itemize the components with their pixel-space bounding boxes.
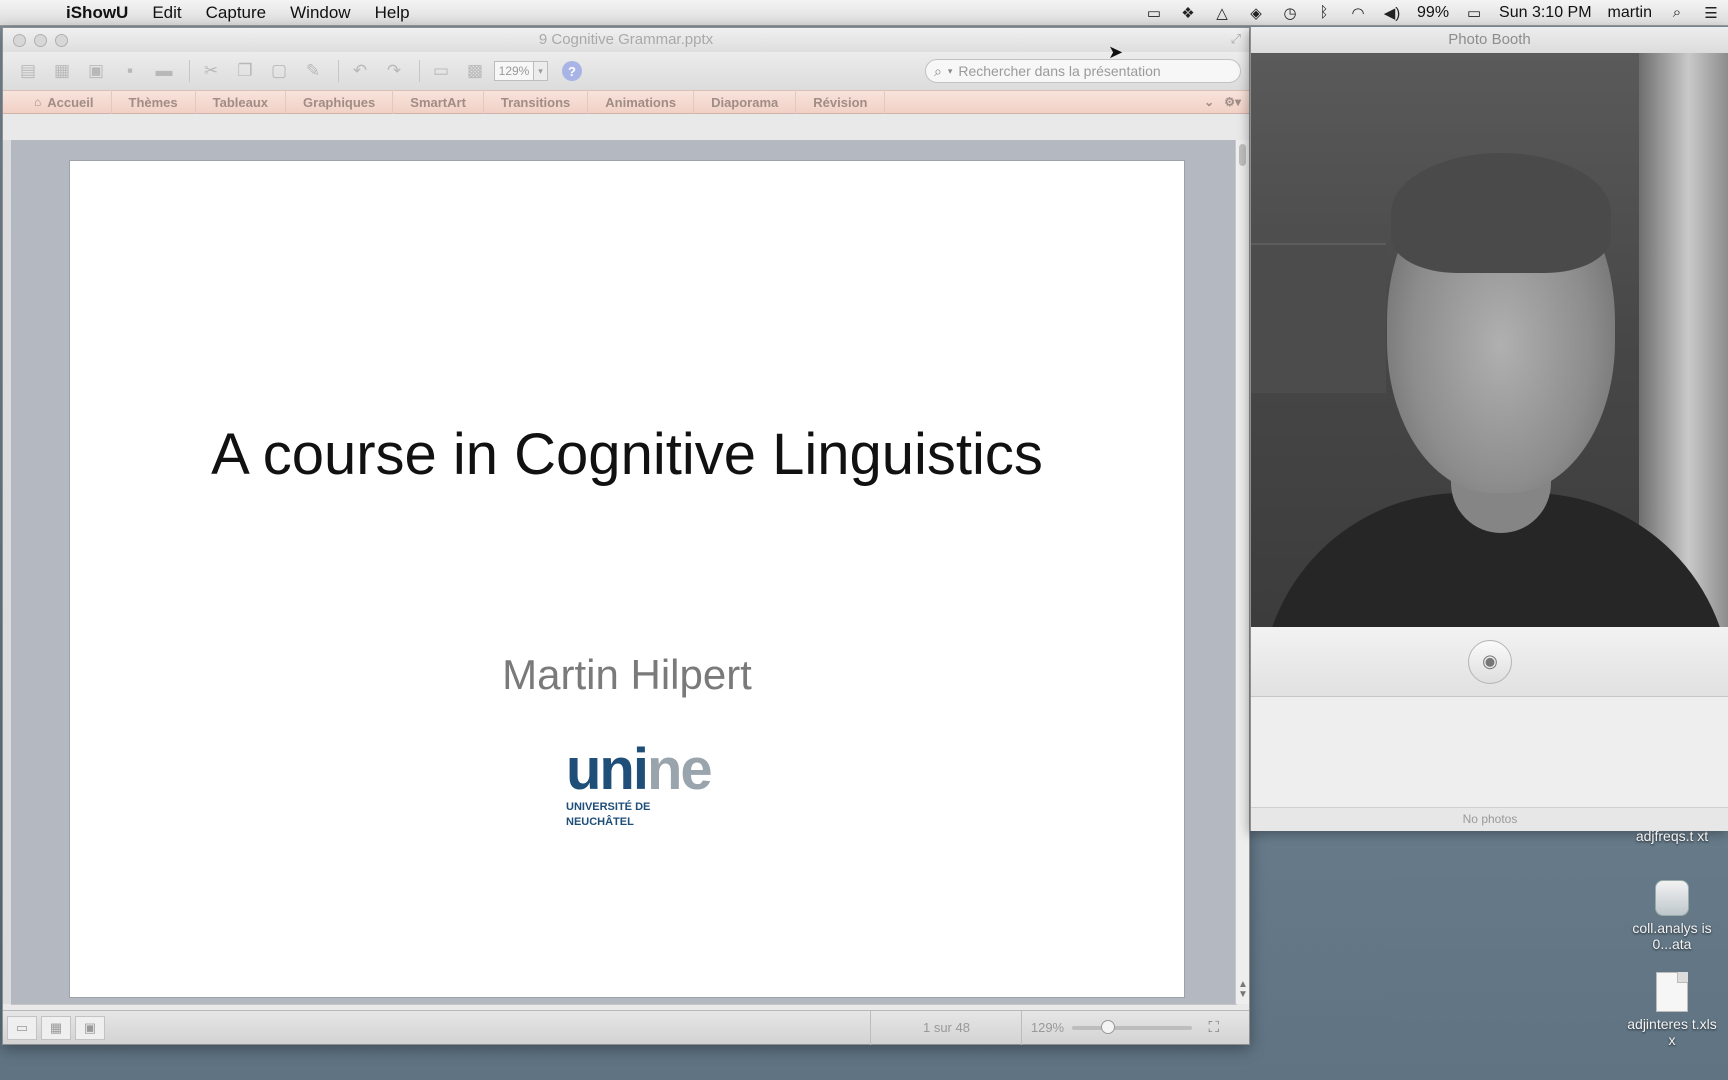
search-icon[interactable]: ⌕ xyxy=(934,63,942,80)
vertical-scrollbar[interactable]: ▲ ▼ xyxy=(1235,140,1249,1004)
notification-center-icon[interactable]: ☰ xyxy=(1694,0,1728,26)
redo-icon[interactable]: ↷ xyxy=(379,59,409,83)
take-photo-button[interactable]: ◉ xyxy=(1468,639,1512,684)
dropbox-icon[interactable]: ❖ xyxy=(1171,0,1205,26)
slide-subtitle[interactable]: Martin Hilpert xyxy=(70,651,1184,699)
fit-to-window-icon[interactable]: ⛶ xyxy=(1208,1019,1219,1036)
ribbon-collapse-icon[interactable]: ⌄ xyxy=(1204,95,1214,109)
slide-show-view-button[interactable]: ▣ xyxy=(75,1015,105,1040)
menu-capture[interactable]: Capture xyxy=(194,3,278,23)
photobooth-window: Photo Booth ◉ No photos xyxy=(1250,27,1728,831)
slide-sorter-view-button[interactable]: ▦ xyxy=(41,1015,71,1040)
normal-view-button[interactable]: ▭ xyxy=(7,1015,37,1040)
cut-icon[interactable]: ✂ xyxy=(196,59,226,83)
wifi-icon[interactable]: ◠ xyxy=(1341,0,1375,26)
camera-preview xyxy=(1251,53,1728,627)
security-icon[interactable]: ◈ xyxy=(1239,0,1273,26)
print-icon[interactable]: ▬ xyxy=(149,59,179,83)
page-indicator: 1 sur 48 xyxy=(922,1020,970,1035)
data-file-icon xyxy=(1655,880,1689,916)
google-drive-icon[interactable]: △ xyxy=(1205,0,1239,26)
slide-pane-splitter[interactable] xyxy=(3,140,11,1004)
screen-recording-icon[interactable]: ▭ xyxy=(1137,0,1171,26)
bluetooth-icon[interactable]: ᛒ xyxy=(1307,0,1341,26)
ribbon-settings-icon[interactable]: ⚙▾ xyxy=(1224,95,1241,109)
desktop-file-coll-analysis[interactable]: coll.analys is0...ata xyxy=(1624,880,1720,952)
menubar-clock[interactable]: Sun 3:10 PM xyxy=(1491,4,1600,22)
menu-window[interactable]: Window xyxy=(278,3,362,23)
zoom-label: 129% xyxy=(1030,1020,1065,1035)
tab-themes[interactable]: Thèmes xyxy=(112,90,196,114)
zoom-slider[interactable] xyxy=(1072,1019,1193,1034)
menu-help[interactable]: Help xyxy=(363,3,422,23)
zoom-slider-knob[interactable] xyxy=(1101,1019,1116,1034)
save-icon[interactable]: ▪ xyxy=(115,59,145,83)
tab-tableaux[interactable]: Tableaux xyxy=(196,90,287,114)
battery-icon[interactable]: ▭ xyxy=(1457,0,1491,26)
new-document-icon[interactable]: ▤ xyxy=(13,59,43,83)
desktop-file-adjinterest[interactable]: adjinteres t.xlsx xyxy=(1624,972,1720,1048)
menu-app-name[interactable]: iShowU xyxy=(54,3,140,23)
slide-nav-arrows-icon[interactable]: ▲ ▼ xyxy=(1238,980,1248,1000)
document-title: 9 Cognitive Grammar.pptx xyxy=(538,31,714,48)
fullscreen-icon[interactable]: ⤢ xyxy=(1231,31,1241,47)
format-painter-icon[interactable]: ✎ xyxy=(298,59,328,83)
spreadsheet-file-icon xyxy=(1656,972,1688,1012)
volume-icon[interactable]: ◀) xyxy=(1375,0,1409,26)
slide-title[interactable]: A course in Cognitive Linguistics xyxy=(70,421,1184,488)
battery-percent[interactable]: 99% xyxy=(1409,4,1457,22)
search-input[interactable] xyxy=(958,63,1240,79)
zoom-field[interactable]: 129% xyxy=(494,61,534,81)
mouse-cursor-icon: ➤ xyxy=(1108,42,1124,62)
tab-accueil[interactable]: ⌂ Accueil xyxy=(17,90,112,114)
standard-toolbar: ▤ ▦ ▣ ▪ ▬ ✂ ❐ ▢ ✎ ↶ ↷ ▭ ▩ 129% ▾ ? ⌕ ▾ xyxy=(3,52,1249,90)
gallery-icon[interactable]: ▭ xyxy=(426,59,456,83)
ribbon-tabs: ⌂ Accueil Thèmes Tableaux Graphiques Smar… xyxy=(3,90,1249,114)
photobooth-controls: ◉ xyxy=(1251,627,1728,697)
tab-revision[interactable]: Révision xyxy=(796,90,886,114)
tab-transitions[interactable]: Transitions xyxy=(484,90,589,114)
menubar-user[interactable]: martin xyxy=(1600,4,1660,22)
time-machine-icon[interactable]: ◷ xyxy=(1273,0,1307,26)
chevron-down-icon[interactable]: ▾ xyxy=(948,66,953,77)
university-logo: unine UNIVERSITÉ DE NEUCHÂTEL xyxy=(566,737,713,829)
status-bar: ▭ ▦ ▣ 1 sur 48 129% ⛶ xyxy=(3,1010,1249,1045)
home-icon: ⌂ xyxy=(34,95,42,109)
tab-animations[interactable]: Animations xyxy=(588,90,695,114)
help-icon[interactable]: ? xyxy=(562,61,582,81)
photobooth-title[interactable]: Photo Booth xyxy=(1251,27,1728,53)
desktop-file-adjfreqs[interactable]: adjfreqs.t xt xyxy=(1624,828,1720,844)
undo-icon[interactable]: ↶ xyxy=(345,59,375,83)
toolbox-icon[interactable]: ▩ xyxy=(460,59,490,83)
scrollbar-thumb[interactable] xyxy=(1239,144,1246,166)
camera-icon: ◉ xyxy=(1482,651,1498,671)
copy-icon[interactable]: ❐ xyxy=(230,59,260,83)
menu-edit[interactable]: Edit xyxy=(140,3,193,23)
powerpoint-window: 9 Cognitive Grammar.pptx ⤢ ▤ ▦ ▣ ▪ ▬ ✂ ❐… xyxy=(2,27,1250,1045)
spotlight-search-icon[interactable]: ⌕ xyxy=(1660,0,1694,26)
open-icon[interactable]: ▣ xyxy=(81,59,111,83)
menu-bar: iShowU Edit Capture Window Help ▭ ❖ △ ◈ … xyxy=(0,0,1728,26)
search-box: ⌕ ▾ xyxy=(925,59,1241,83)
tab-graphiques[interactable]: Graphiques xyxy=(286,90,394,114)
powerpoint-titlebar[interactable]: 9 Cognitive Grammar.pptx ⤢ xyxy=(3,28,1249,52)
paste-icon[interactable]: ▢ xyxy=(264,59,294,83)
tab-diaporama[interactable]: Diaporama xyxy=(694,90,797,114)
zoom-dropdown-icon[interactable]: ▾ xyxy=(534,61,548,81)
slide[interactable]: A course in Cognitive Linguistics Martin… xyxy=(69,160,1185,998)
photo-tray xyxy=(1251,697,1728,807)
new-slide-icon[interactable]: ▦ xyxy=(47,59,77,83)
tab-smartart[interactable]: SmartArt xyxy=(393,90,484,114)
